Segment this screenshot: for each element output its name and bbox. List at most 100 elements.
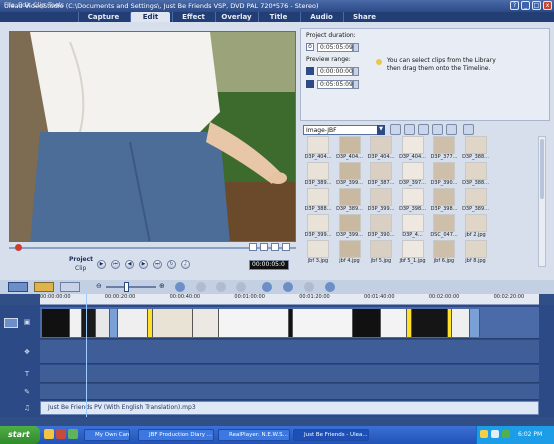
video-clip[interactable] — [219, 309, 289, 337]
playhead[interactable] — [86, 294, 87, 417]
library-thumbnail[interactable]: D3P_399... — [366, 188, 396, 217]
audio-library-icon[interactable] — [432, 124, 443, 135]
smart-proxy-icon[interactable] — [262, 282, 272, 292]
end-icon[interactable]: ⏭ — [153, 260, 162, 269]
maximize-button[interactable]: □ — [532, 1, 541, 10]
quick-launch-media-icon[interactable] — [56, 429, 66, 439]
redo-icon[interactable] — [216, 282, 226, 292]
video-clip[interactable] — [452, 309, 470, 337]
video-clip[interactable] — [82, 309, 96, 337]
voice-track[interactable] — [40, 384, 539, 400]
timeline-ruler[interactable]: 00:00:00:00 00:00:20:00 00:00:40:00 00:01:0… — [40, 294, 539, 305]
library-thumbnail[interactable]: D3P_387... — [366, 162, 396, 191]
taskbar-item-realplayer[interactable]: RealPlayer: N.E.W.S... — [218, 429, 290, 441]
mark-out-icon[interactable] — [260, 243, 268, 251]
library-thumbnail[interactable]: jbf 8.jpg — [461, 240, 491, 269]
tab-title[interactable]: Title — [258, 12, 298, 22]
library-thumbnail[interactable]: D3P_397... — [398, 162, 428, 191]
clip-mode-label[interactable]: Clip — [75, 265, 86, 272]
enlarge-preview-icon[interactable] — [282, 243, 290, 251]
taskbar-item-jbf-production[interactable]: JBF Production Diary ... — [138, 429, 214, 441]
duration-spinner[interactable] — [353, 43, 359, 52]
audio-view-icon[interactable] — [60, 282, 80, 292]
zoom-in-icon[interactable]: ⊕ — [159, 282, 165, 290]
library-scrollbar[interactable] — [538, 136, 546, 267]
library-thumbnail[interactable]: jbf 4.jpg — [335, 240, 365, 269]
menu-tools[interactable]: Tools — [48, 1, 64, 9]
cut-clip-icon[interactable] — [271, 243, 279, 251]
tab-capture[interactable]: Capture — [78, 12, 128, 22]
video-clip[interactable] — [353, 309, 381, 337]
video-clip[interactable] — [110, 309, 118, 337]
video-library-icon[interactable] — [404, 124, 415, 135]
library-thumbnail[interactable]: D3P_399... — [335, 214, 365, 243]
next-frame-icon[interactable]: ▶ — [139, 260, 148, 269]
home-icon[interactable]: ⏮ — [111, 260, 120, 269]
library-thumbnail[interactable]: jbf 5.jpg — [366, 240, 396, 269]
timecode-display[interactable]: 00:00:05:0 — [249, 260, 289, 270]
library-thumbnail[interactable]: D3P_389... — [335, 188, 365, 217]
undo-icon[interactable] — [196, 282, 206, 292]
tab-edit[interactable]: Edit — [130, 12, 170, 22]
library-thumbnail[interactable]: D3P_404... — [335, 136, 365, 165]
taskbar-item-videostudio[interactable]: Just Be Friends - Ulea... — [293, 429, 369, 441]
tab-share[interactable]: Share — [343, 12, 385, 22]
expand-library-icon[interactable] — [463, 124, 474, 135]
chapter-point-icon[interactable] — [304, 282, 314, 292]
video-clip[interactable] — [118, 309, 148, 337]
library-thumbnail[interactable]: jbf 2.jpg — [461, 214, 491, 243]
library-thumbnail[interactable]: jbf 3.jpg — [303, 240, 333, 269]
zoom-out-icon[interactable]: ⊖ — [96, 282, 102, 290]
minimize-button[interactable]: _ — [521, 1, 530, 10]
sort-icon[interactable] — [446, 124, 457, 135]
video-clip[interactable] — [153, 309, 193, 337]
video-clip[interactable] — [412, 309, 448, 337]
menu-edit[interactable]: Edit — [18, 1, 31, 9]
preview-end-spinner[interactable] — [353, 80, 359, 89]
library-thumbnail[interactable]: D3P_404... — [303, 136, 333, 165]
library-thumbnail[interactable]: D3P_389... — [461, 188, 491, 217]
start-button[interactable]: start — [0, 426, 40, 444]
mix-audio-icon[interactable] — [325, 282, 335, 292]
preview-start-field[interactable]: 0:00:00:00 — [317, 67, 353, 76]
video-clip[interactable] — [70, 309, 82, 337]
library-thumbnail[interactable]: D3P_388... — [303, 188, 333, 217]
close-button[interactable]: x — [543, 1, 552, 10]
record-capture-icon[interactable] — [236, 282, 246, 292]
zoom-slider[interactable] — [106, 286, 156, 288]
library-thumbnail[interactable]: D3P_404... — [366, 136, 396, 165]
video-clip[interactable] — [42, 309, 70, 337]
menu-clip[interactable]: Clip — [33, 1, 45, 9]
video-clip[interactable] — [381, 309, 407, 337]
mark-in-icon[interactable] — [249, 243, 257, 251]
library-thumbnail[interactable]: DSC_047... — [429, 214, 459, 243]
quick-launch-ie-icon[interactable] — [44, 429, 54, 439]
repeat-icon[interactable]: ↻ — [167, 260, 176, 269]
open-folder-icon[interactable] — [390, 124, 401, 135]
library-thumbnail[interactable]: D3P_398... — [398, 188, 428, 217]
image-library-icon[interactable] — [418, 124, 429, 135]
track-manager-icon[interactable] — [283, 282, 293, 292]
zoom-slider-thumb[interactable] — [124, 282, 129, 292]
library-thumbnail[interactable]: D3P_388... — [461, 162, 491, 191]
preview-end-field[interactable]: 0:05:05:09 — [317, 80, 353, 89]
tab-effect[interactable]: Effect — [172, 12, 214, 22]
fit-project-icon[interactable] — [175, 282, 185, 292]
play-icon[interactable]: ▶ — [97, 260, 106, 269]
video-clip-strip[interactable] — [42, 309, 480, 337]
title-track[interactable] — [40, 365, 539, 383]
video-clip[interactable] — [96, 309, 110, 337]
menu-file[interactable]: File — [4, 1, 15, 9]
tray-icon-1[interactable] — [480, 430, 488, 438]
taskbar-item-my-own-cam[interactable]: My Own Cam — [84, 429, 130, 441]
library-thumbnail[interactable]: D3P_389... — [303, 162, 333, 191]
library-category-dropdown[interactable]: Image-JBF — [303, 125, 385, 135]
previous-frame-icon[interactable]: ◀ — [125, 260, 134, 269]
library-thumbnail[interactable]: D3P_398... — [429, 188, 459, 217]
tab-audio[interactable]: Audio — [300, 12, 342, 22]
project-duration-field[interactable]: 0:05:05:09 — [317, 43, 353, 52]
library-thumbnail[interactable]: D3P_388... — [461, 136, 491, 165]
audio-clip-label[interactable]: Just Be Friends PV (With English Transla… — [48, 404, 196, 411]
timeline-view-icon[interactable] — [34, 282, 54, 292]
library-thumbnail[interactable]: jbf 6.jpg — [429, 240, 459, 269]
